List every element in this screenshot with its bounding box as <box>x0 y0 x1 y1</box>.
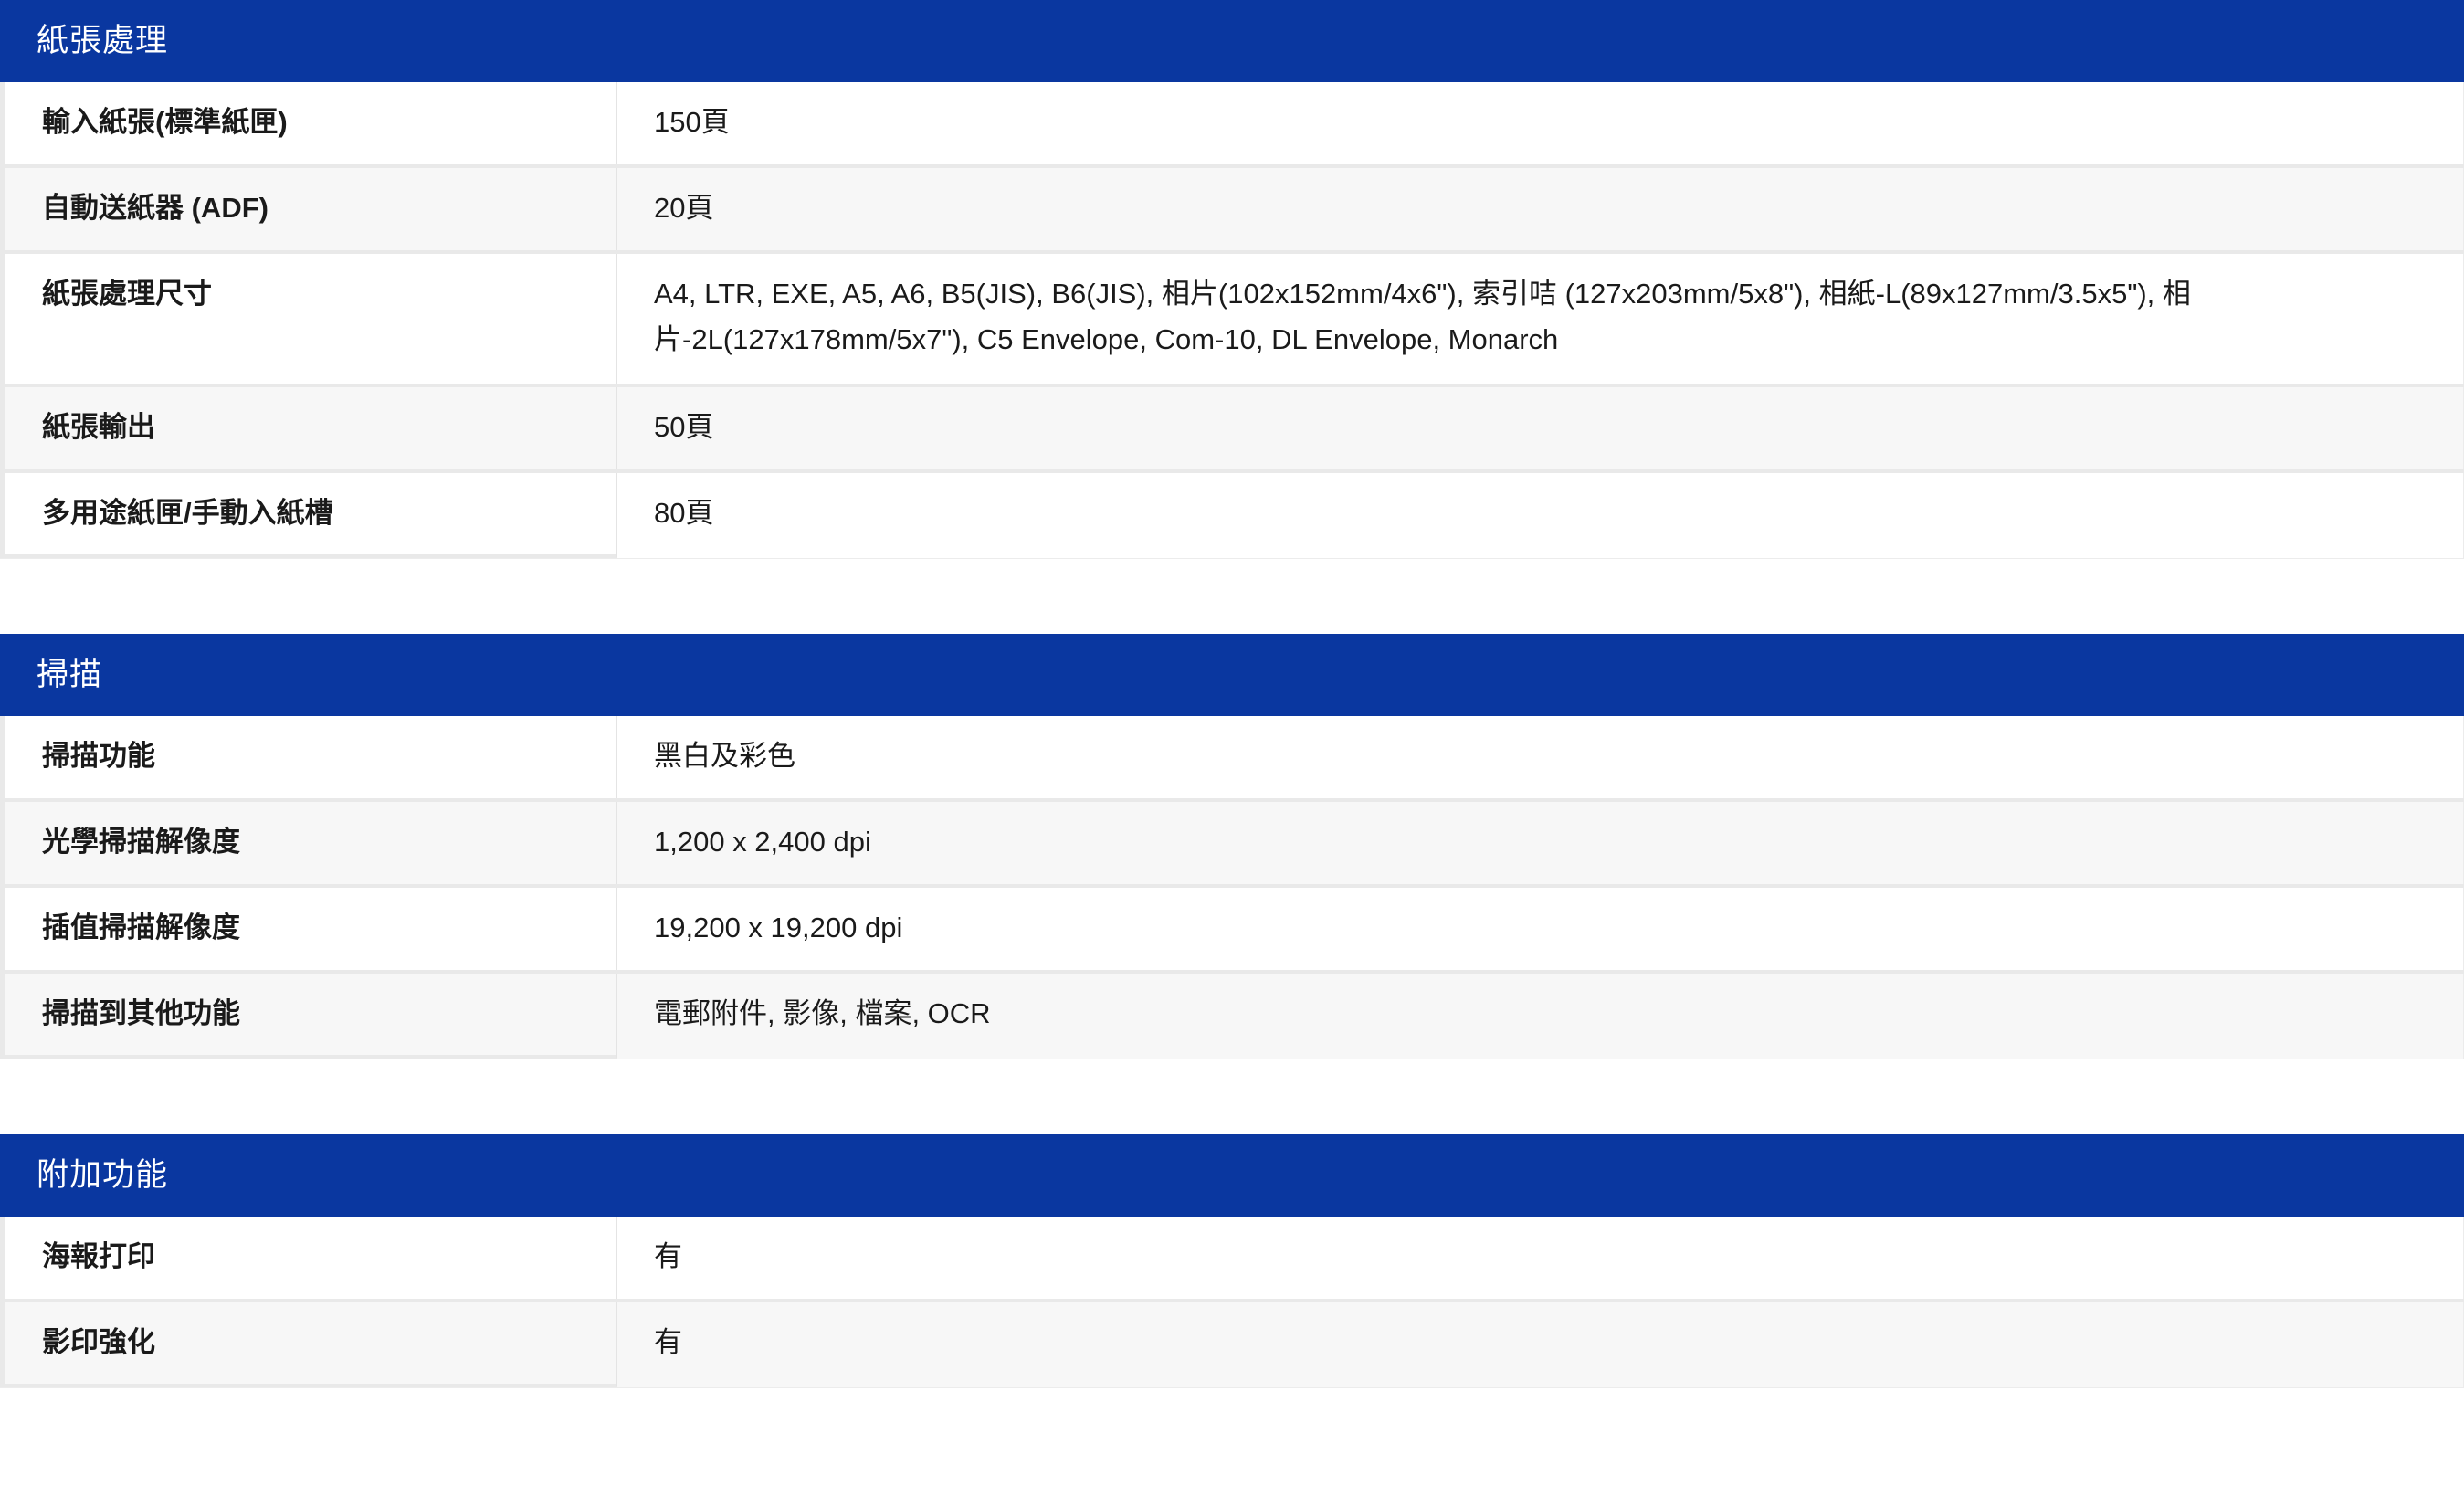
spec-table: 輸入紙張(標準紙匣) 150頁 自動送紙器 (ADF) 20頁 紙張處理尺寸 A… <box>0 82 2464 559</box>
table-row: 紙張處理尺寸 A4, LTR, EXE, A5, A6, B5(JIS), B6… <box>0 254 2464 387</box>
table-row: 光學掃描解像度 1,200 x 2,400 dpi <box>0 802 2464 888</box>
spec-value: 150頁 <box>617 82 2464 164</box>
spec-value: 電郵附件, 影像, 檔案, OCR <box>617 974 2464 1059</box>
spec-label: 掃描功能 <box>0 716 617 798</box>
table-row: 影印強化 有 <box>0 1302 2464 1388</box>
spec-label: 紙張處理尺寸 <box>0 254 617 384</box>
spec-value: 50頁 <box>617 387 2464 469</box>
table-row: 多用途紙匣/手動入紙槽 80頁 <box>0 473 2464 559</box>
table-row: 插值掃描解像度 19,200 x 19,200 dpi <box>0 888 2464 974</box>
spec-label: 光學掃描解像度 <box>0 802 617 884</box>
spec-value: 20頁 <box>617 168 2464 250</box>
spec-value: 80頁 <box>617 473 2464 558</box>
section-additional-features: 附加功能 海報打印 有 影印強化 有 <box>0 1134 2464 1388</box>
spec-label: 自動送紙器 (ADF) <box>0 168 617 250</box>
section-scanning: 掃描 掃描功能 黑白及彩色 光學掃描解像度 1,200 x 2,400 dpi … <box>0 634 2464 1059</box>
spec-page: 紙張處理 輸入紙張(標準紙匣) 150頁 自動送紙器 (ADF) 20頁 紙張處… <box>0 0 2464 1507</box>
section-header: 掃描 <box>0 634 2464 716</box>
spec-value: 有 <box>617 1217 2464 1299</box>
spec-label: 海報打印 <box>0 1217 617 1299</box>
spec-table: 海報打印 有 影印強化 有 <box>0 1217 2464 1388</box>
table-row: 海報打印 有 <box>0 1217 2464 1302</box>
table-row: 掃描到其他功能 電郵附件, 影像, 檔案, OCR <box>0 974 2464 1059</box>
table-row: 紙張輸出 50頁 <box>0 387 2464 473</box>
section-paper-handling: 紙張處理 輸入紙張(標準紙匣) 150頁 自動送紙器 (ADF) 20頁 紙張處… <box>0 0 2464 559</box>
spec-label: 多用途紙匣/手動入紙槽 <box>0 473 617 558</box>
spec-label: 輸入紙張(標準紙匣) <box>0 82 617 164</box>
table-row: 輸入紙張(標準紙匣) 150頁 <box>0 82 2464 168</box>
section-header: 附加功能 <box>0 1134 2464 1217</box>
spec-table: 掃描功能 黑白及彩色 光學掃描解像度 1,200 x 2,400 dpi 插值掃… <box>0 716 2464 1059</box>
spec-label: 插值掃描解像度 <box>0 888 617 970</box>
spec-label: 影印強化 <box>0 1302 617 1387</box>
table-row: 自動送紙器 (ADF) 20頁 <box>0 168 2464 254</box>
table-row: 掃描功能 黑白及彩色 <box>0 716 2464 802</box>
spec-value: A4, LTR, EXE, A5, A6, B5(JIS), B6(JIS), … <box>617 254 2464 384</box>
spec-value: 黑白及彩色 <box>617 716 2464 798</box>
spec-label: 掃描到其他功能 <box>0 974 617 1059</box>
spec-label: 紙張輸出 <box>0 387 617 469</box>
spec-value: 1,200 x 2,400 dpi <box>617 802 2464 884</box>
spec-value: 有 <box>617 1302 2464 1387</box>
spec-value: 19,200 x 19,200 dpi <box>617 888 2464 970</box>
section-header: 紙張處理 <box>0 0 2464 82</box>
